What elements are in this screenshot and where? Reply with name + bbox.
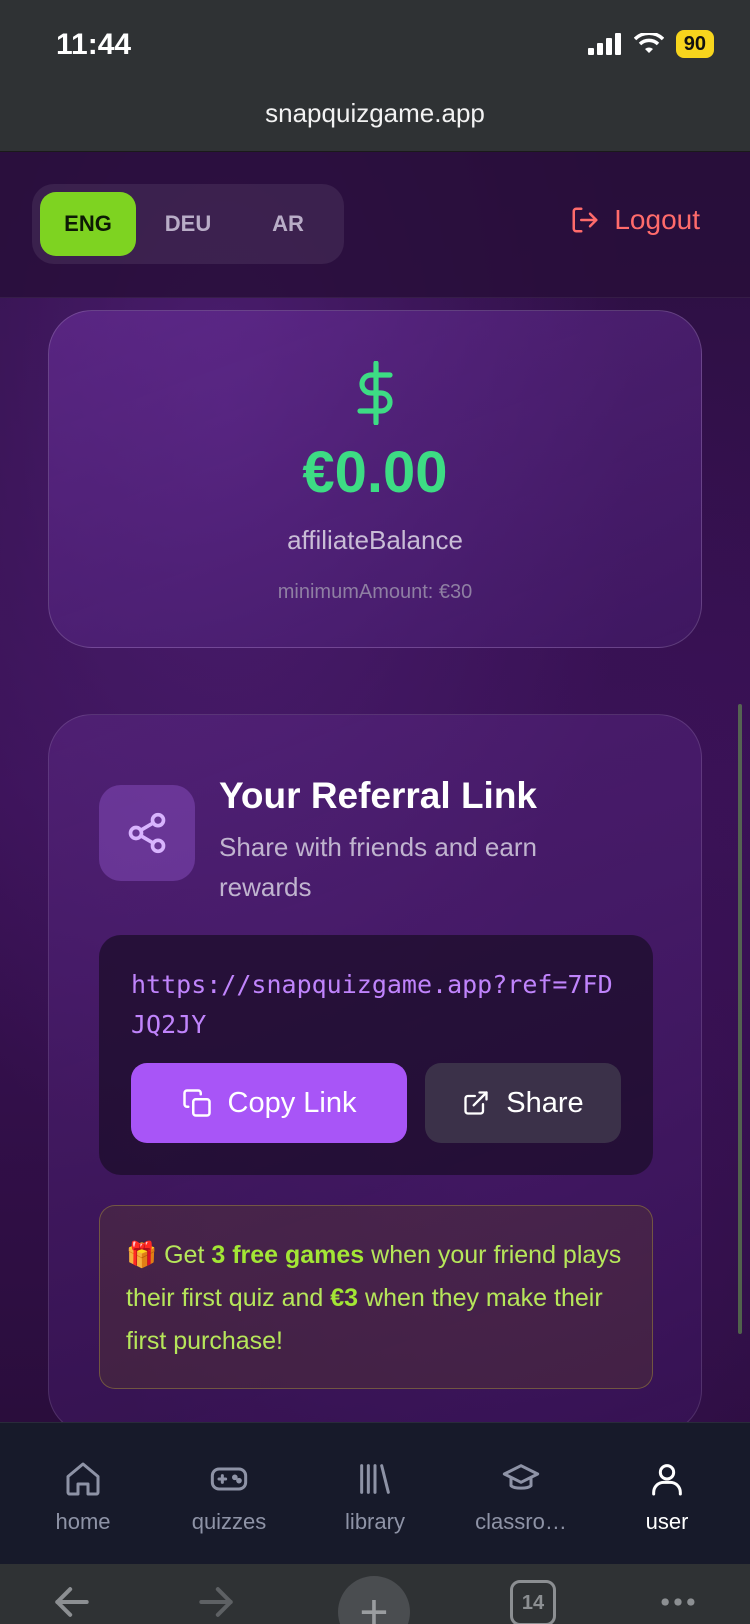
graduation-cap-icon bbox=[502, 1464, 540, 1490]
new-tab-button[interactable]: + bbox=[338, 1576, 410, 1624]
balance-card: €0.00 affiliateBalance minimumAmount: €3… bbox=[48, 310, 702, 648]
language-switcher: ENG DEU AR bbox=[32, 184, 344, 264]
status-time: 11:44 bbox=[56, 28, 132, 61]
share-nodes-icon bbox=[128, 812, 166, 854]
nav-item-quizzes[interactable]: quizzes bbox=[159, 1423, 299, 1564]
back-arrow-icon[interactable] bbox=[50, 1580, 94, 1624]
forward-arrow-icon[interactable] bbox=[194, 1580, 238, 1624]
more-icon[interactable] bbox=[656, 1580, 700, 1624]
app-header: ENG DEU AR Logout bbox=[0, 152, 750, 298]
nav-label-home: home bbox=[55, 1509, 111, 1534]
battery-indicator: 90 bbox=[675, 30, 714, 58]
nav-item-home[interactable]: home bbox=[13, 1423, 153, 1564]
status-icons: 90 bbox=[587, 30, 714, 58]
bottom-nav: home quizzes library classro… user bbox=[0, 1422, 750, 1564]
referral-subtitle: Share with friends and earn rewards bbox=[219, 832, 537, 902]
copy-icon bbox=[182, 1089, 211, 1117]
external-link-icon bbox=[464, 1091, 488, 1115]
logout-icon bbox=[572, 207, 598, 233]
referral-link-text[interactable]: https://snapquizgame.app?ref=7FDJQ2JY bbox=[131, 965, 621, 1045]
home-icon bbox=[66, 1462, 100, 1496]
status-bar: 11:44 90 bbox=[0, 0, 750, 88]
address-bar[interactable]: snapquizgame.app bbox=[0, 88, 750, 152]
browser-toolbar: + 14 bbox=[0, 1564, 750, 1624]
share-button[interactable]: Share bbox=[425, 1063, 621, 1143]
nav-label-user: user bbox=[645, 1509, 689, 1534]
lang-button-eng[interactable]: ENG bbox=[40, 192, 136, 256]
share-label: Share bbox=[506, 1086, 584, 1119]
promo-free-games: 3 free games bbox=[211, 1241, 365, 1269]
nav-item-classrooms[interactable]: classro… bbox=[451, 1423, 591, 1564]
nav-item-library[interactable]: library bbox=[305, 1423, 445, 1564]
referral-card: Your Referral Link Share with friends an… bbox=[48, 714, 702, 1422]
promo-text-1: Get bbox=[164, 1241, 212, 1269]
tabs-button[interactable]: 14 bbox=[510, 1580, 556, 1624]
share-nodes-icon-box bbox=[99, 785, 195, 881]
copy-link-button[interactable]: Copy Link bbox=[131, 1063, 407, 1143]
app-viewport: ENG DEU AR Logout €0.00 affiliateBalance… bbox=[0, 152, 750, 1422]
logout-label: Logout bbox=[614, 204, 700, 235]
signal-icon bbox=[587, 33, 621, 55]
nav-label-library: library bbox=[345, 1509, 405, 1534]
url-text: snapquizgame.app bbox=[265, 98, 485, 128]
referral-promo: 🎁 Get 3 free games when your friend play… bbox=[99, 1205, 653, 1389]
nav-label-classrooms: classro… bbox=[475, 1509, 567, 1534]
scrollbar[interactable] bbox=[738, 704, 742, 1334]
plus-icon: + bbox=[359, 1584, 389, 1624]
lang-button-deu[interactable]: DEU bbox=[140, 192, 236, 256]
library-icon bbox=[360, 1464, 390, 1494]
gamepad-icon bbox=[210, 1467, 248, 1491]
promo-reward-amount: €3 bbox=[330, 1284, 359, 1312]
nav-item-user[interactable]: user bbox=[597, 1423, 737, 1564]
dollar-icon bbox=[357, 361, 393, 425]
user-icon bbox=[652, 1464, 682, 1496]
logout-button[interactable]: Logout bbox=[570, 204, 700, 236]
referral-link-box: https://snapquizgame.app?ref=7FDJQ2JY Co… bbox=[99, 935, 653, 1175]
referral-title: Your Referral Link bbox=[219, 775, 538, 816]
minimum-amount: minimumAmount: €30 bbox=[277, 581, 473, 603]
wifi-icon bbox=[633, 33, 664, 53]
balance-amount: €0.00 bbox=[302, 440, 448, 505]
gift-icon: 🎁 bbox=[126, 1241, 158, 1269]
nav-label-quizzes: quizzes bbox=[191, 1509, 267, 1534]
balance-label: affiliateBalance bbox=[287, 525, 463, 555]
copy-link-label: Copy Link bbox=[227, 1086, 357, 1119]
lang-button-ar[interactable]: AR bbox=[240, 192, 336, 256]
